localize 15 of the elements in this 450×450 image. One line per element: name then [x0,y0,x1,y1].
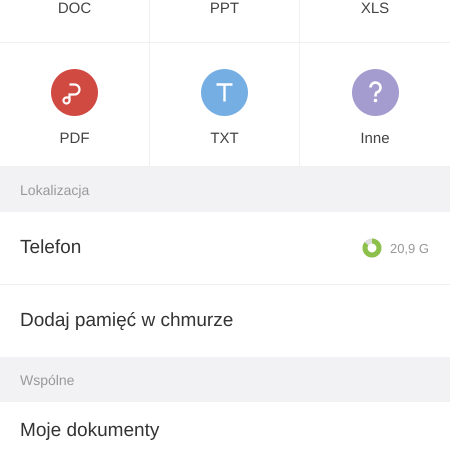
file-type-label[interactable]: TXT [210,130,239,147]
text-icon[interactable] [201,69,248,116]
file-type-label[interactable]: XLS [360,0,390,18]
file-type-label[interactable]: Inne [360,130,390,147]
file-type-label[interactable]: PDF [60,130,90,147]
file-type-label[interactable]: PPT [210,0,240,18]
location-item[interactable]: Moje dokumenty [20,420,430,442]
file-type-label[interactable]: DOC [58,0,92,18]
location-item[interactable]: Telefon [20,237,362,259]
pdf-icon[interactable] [51,69,98,116]
section-header: Wspólne [0,357,450,402]
section-header: Lokalizacja [0,167,450,212]
location-item[interactable]: Dodaj pamięć w chmurze [20,310,430,332]
storage-reading: 20,9 G [390,240,429,256]
question-icon[interactable] [352,69,398,116]
